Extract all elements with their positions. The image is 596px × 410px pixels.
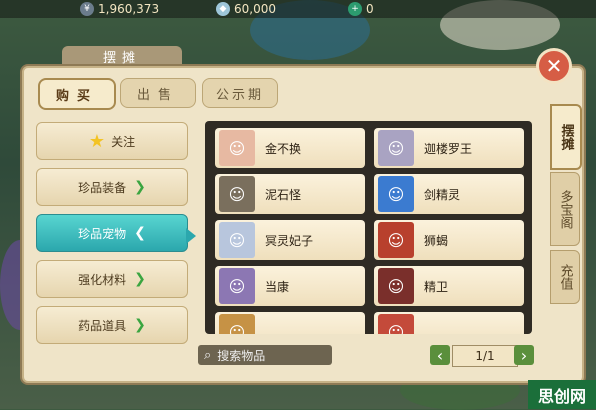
arrow-right-icon: ❯: [134, 179, 146, 195]
side-tab-recharge[interactable]: 充值: [550, 250, 580, 304]
item-card[interactable]: ☺ 金不换: [215, 128, 365, 168]
item-name: 剑精灵: [424, 187, 461, 202]
silver-counter: ◆ 60,000: [216, 0, 276, 18]
star-icon: ★: [88, 130, 106, 152]
category-label: 珍品装备: [78, 180, 127, 195]
item-card[interactable]: ☺ 冥灵妃子: [215, 220, 365, 260]
pet-portrait-icon: ☺: [219, 222, 255, 258]
side-tab-treasure[interactable]: 多宝阁: [550, 172, 580, 246]
category-label: 关注: [111, 134, 136, 149]
arrow-right-icon: ❯: [134, 317, 146, 333]
tab-publicity[interactable]: 公示期: [202, 78, 278, 108]
coin-counter: ¥ 1,960,373: [80, 0, 159, 18]
item-name: 金不换: [265, 141, 302, 156]
item-card[interactable]: ☺: [374, 312, 524, 334]
item-card[interactable]: ☺ 迦楼罗王: [374, 128, 524, 168]
arrow-right-icon: ❯: [134, 271, 146, 287]
side-tab-label: 摆摊: [558, 124, 574, 150]
tab-sell[interactable]: 出售: [120, 78, 196, 108]
panel-title: 摆摊: [62, 46, 182, 66]
item-name: 精卫: [424, 279, 449, 294]
pet-portrait-icon: ☺: [378, 222, 414, 258]
resource-bar: ¥ 1,960,373 ◆ 60,000 + 0: [0, 0, 596, 18]
side-tab-stall[interactable]: 摆摊: [550, 104, 582, 170]
item-name: 冥灵妃子: [265, 233, 314, 248]
pet-portrait-icon: ☺: [378, 130, 414, 166]
pet-portrait-icon: ☺: [219, 130, 255, 166]
chevron-right-icon: ›: [520, 345, 528, 365]
side-tab-label: 充值: [557, 264, 573, 290]
category-follow[interactable]: ★ 关注: [36, 122, 188, 160]
item-card[interactable]: ☺ 当康: [215, 266, 365, 306]
category-label: 强化材料: [78, 272, 127, 287]
pet-portrait-icon: ☺: [219, 176, 255, 212]
side-tab-label: 多宝阁: [557, 189, 573, 229]
category-enhance-materials[interactable]: 强化材料 ❯: [36, 260, 188, 298]
jade-value: 0: [366, 2, 374, 16]
pet-portrait-icon: ☺: [219, 268, 255, 304]
search-input[interactable]: ⌕ 搜索物品: [198, 345, 332, 365]
jade-counter[interactable]: + 0: [348, 0, 374, 18]
category-medicine-items[interactable]: 药品道具 ❯: [36, 306, 188, 344]
item-name: 迦楼罗王: [424, 141, 473, 156]
search-placeholder: 搜索物品: [217, 348, 266, 363]
prev-page-button[interactable]: ‹: [430, 345, 450, 365]
next-page-button[interactable]: ›: [514, 345, 534, 365]
pet-portrait-icon: ☺: [378, 314, 414, 334]
category-label: 珍品宠物: [78, 226, 127, 241]
item-card[interactable]: ☺ 泥石怪: [215, 174, 365, 214]
item-name: 狮蝎: [424, 233, 449, 248]
category-rare-pets[interactable]: 珍品宠物 ❮: [36, 214, 188, 252]
pet-portrait-icon: ☺: [378, 268, 414, 304]
coin-icon: ¥: [80, 2, 94, 16]
category-rare-equipment[interactable]: 珍品装备 ❯: [36, 168, 188, 206]
page-indicator: 1/1: [452, 345, 518, 367]
item-card[interactable]: ☺: [215, 312, 365, 334]
watermark-logo: 思创网: [528, 380, 596, 409]
search-icon: ⌕: [204, 347, 212, 363]
chevron-left-icon: ‹: [436, 345, 444, 365]
pet-portrait-icon: ☺: [219, 314, 255, 334]
pet-portrait-icon: ☺: [378, 176, 414, 212]
jade-add-icon[interactable]: +: [348, 2, 362, 16]
close-button[interactable]: ✕: [536, 48, 572, 84]
active-category-pointer: [186, 228, 196, 244]
silver-icon: ◆: [216, 2, 230, 16]
arrow-left-icon: ❮: [134, 225, 146, 241]
item-name: 当康: [265, 279, 290, 294]
item-card[interactable]: ☺ 狮蝎: [374, 220, 524, 260]
category-label: 药品道具: [78, 318, 127, 333]
item-grid: ☺ 金不换 ☺ 迦楼罗王 ☺ 泥石怪 ☺ 剑精灵 ☺ 冥灵妃子 ☺ 狮蝎 ☺ 当…: [205, 121, 532, 334]
tab-buy[interactable]: 购买: [38, 78, 116, 110]
silver-value: 60,000: [234, 2, 276, 16]
close-icon[interactable]: ✕: [546, 54, 563, 78]
item-name: 泥石怪: [265, 187, 302, 202]
item-card[interactable]: ☺ 剑精灵: [374, 174, 524, 214]
item-card[interactable]: ☺ 精卫: [374, 266, 524, 306]
coin-value: 1,960,373: [98, 2, 160, 16]
